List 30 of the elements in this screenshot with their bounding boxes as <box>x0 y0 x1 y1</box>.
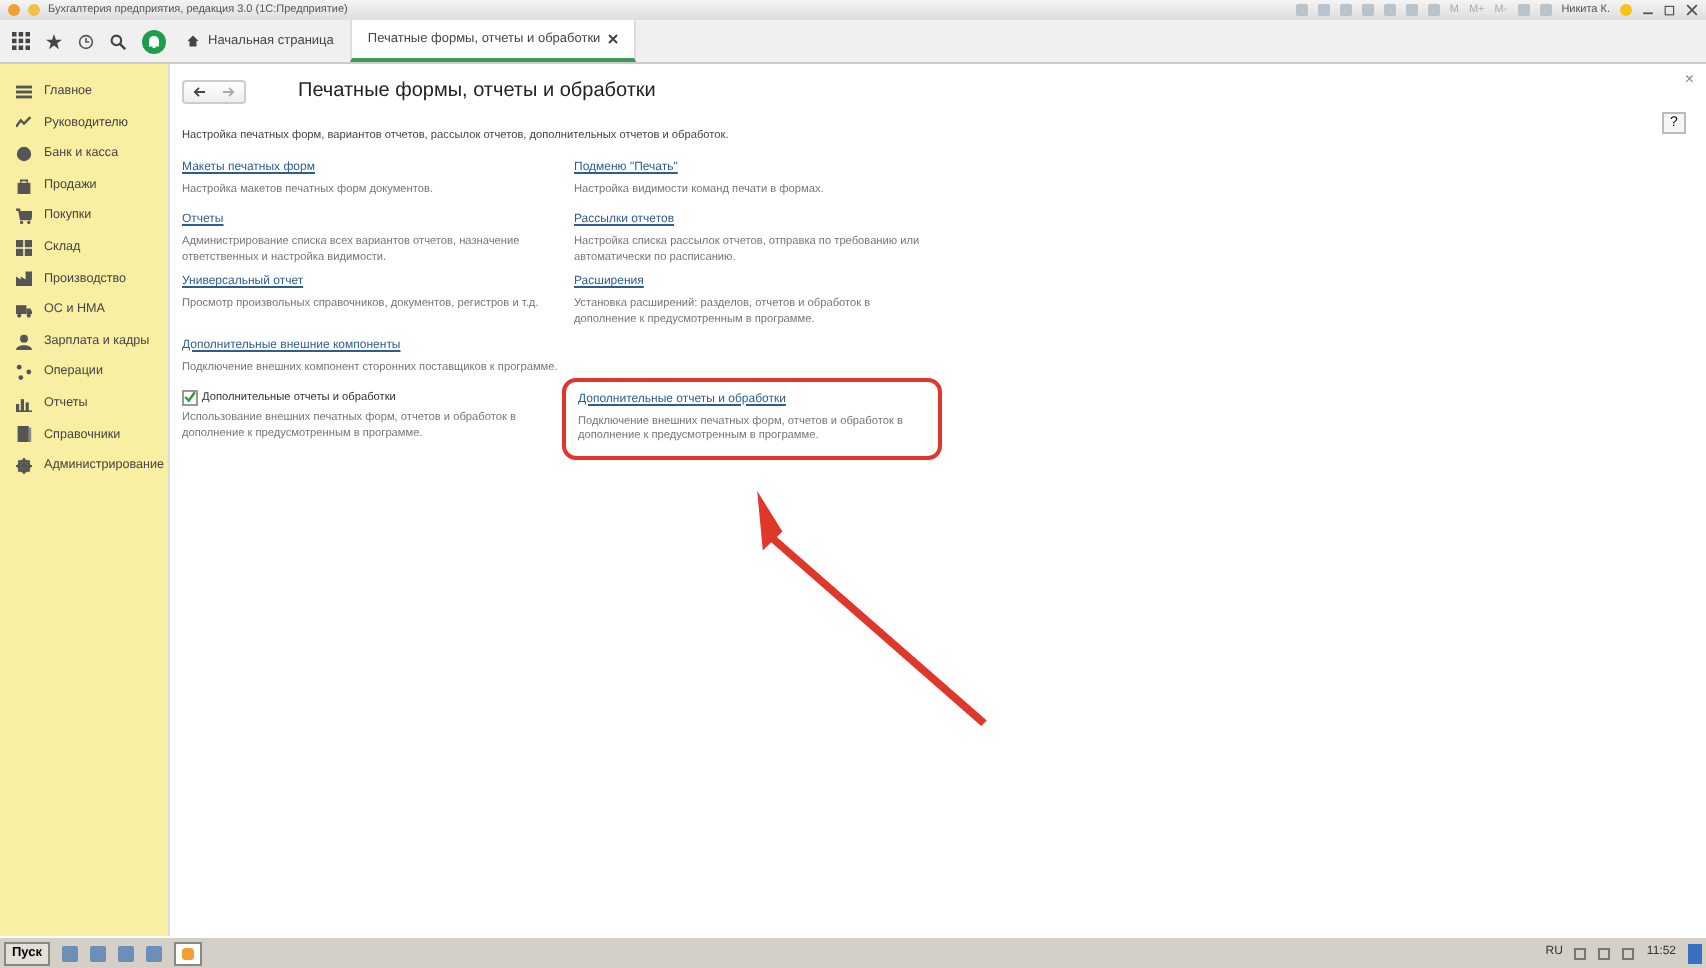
gear-icon <box>16 457 32 474</box>
person-icon <box>16 333 32 350</box>
truck-icon <box>16 301 32 318</box>
star-icon[interactable] <box>46 33 62 49</box>
checkbox[interactable] <box>182 389 198 406</box>
close-button[interactable]: × <box>1684 72 1694 88</box>
cart-icon <box>16 208 32 225</box>
taskbar-app-button[interactable] <box>174 941 202 965</box>
grid-icon <box>16 239 32 256</box>
app-logo-icon <box>180 947 196 959</box>
back-arrow-icon <box>192 85 206 97</box>
bag-icon <box>16 177 32 194</box>
nodes-icon <box>16 364 32 381</box>
book-icon <box>16 426 32 443</box>
page-title: Печатные формы, отчеты и обработки <box>298 78 656 106</box>
show-desktop-icon[interactable] <box>1688 943 1702 963</box>
search-icon[interactable] <box>110 33 126 49</box>
home-icon <box>186 34 200 48</box>
close-icon[interactable] <box>608 34 619 44</box>
history-icon[interactable] <box>78 33 94 49</box>
app-logo-icon <box>8 4 20 16</box>
close-icon[interactable] <box>1686 4 1698 16</box>
bell-icon[interactable] <box>142 29 166 53</box>
apps-grid-icon[interactable] <box>12 32 30 50</box>
restore-icon[interactable] <box>1664 4 1676 16</box>
factory-icon <box>16 270 32 287</box>
bar-chart-icon <box>16 395 32 412</box>
coin-icon <box>16 145 32 162</box>
trend-icon <box>16 114 32 131</box>
forward-arrow-icon <box>222 85 236 97</box>
